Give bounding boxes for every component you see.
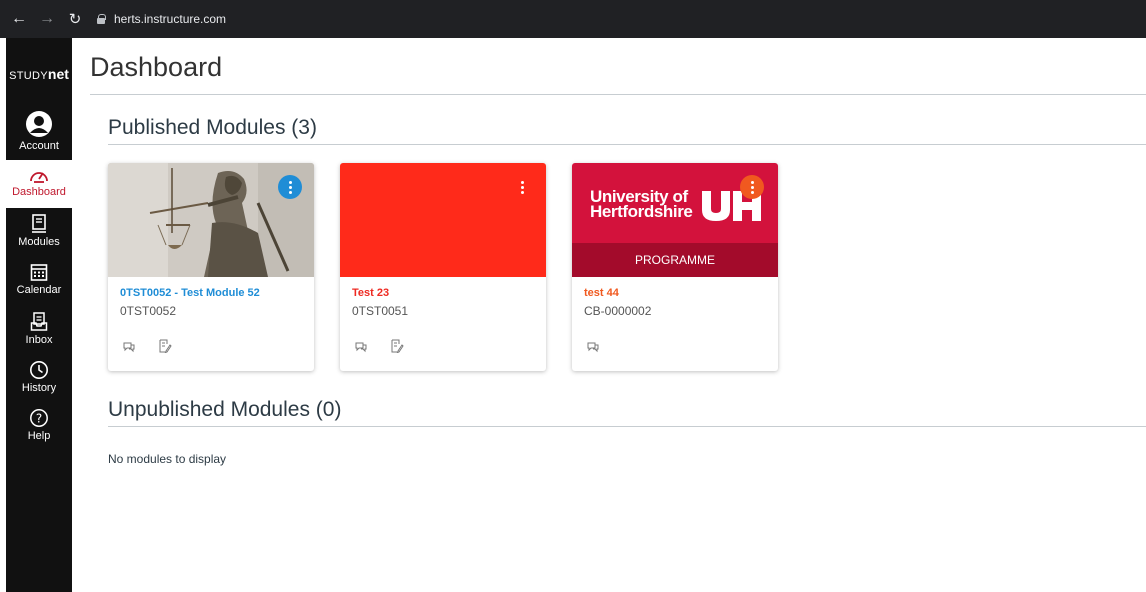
justice-statue-image[interactable] (108, 163, 314, 277)
nav-label-modules: Modules (18, 236, 60, 248)
announcements-icon[interactable] (354, 339, 368, 353)
module-card-3[interactable]: University of Hertfordshire PROGRAMME te… (572, 163, 778, 371)
lock-icon (96, 14, 106, 24)
svg-text:?: ? (36, 412, 42, 426)
reload-icon[interactable]: ↻ (64, 10, 86, 28)
announcements-icon[interactable] (122, 339, 136, 353)
assignments-icon[interactable] (390, 339, 404, 353)
calendar-icon (30, 264, 48, 281)
nav-label-calendar: Calendar (16, 284, 62, 296)
back-arrow-icon[interactable]: ← (8, 10, 30, 28)
announcements-icon[interactable] (586, 339, 600, 353)
nav-label-history: History (21, 382, 57, 394)
card-code: 0TST0051 (352, 304, 409, 318)
studynet-logo[interactable]: STUDYnet (6, 66, 72, 82)
logo-line-2: Hertfordshire (590, 202, 693, 221)
assignments-icon[interactable] (158, 339, 172, 353)
module-card-1[interactable]: 0TST0052 - Test Module 52 0TST0052 (108, 163, 314, 371)
forward-arrow-icon[interactable]: → (36, 10, 58, 28)
card-options-kebab-icon[interactable] (510, 175, 534, 199)
unpublished-divider (108, 426, 1146, 427)
nav-item-inbox[interactable]: Inbox (6, 312, 72, 354)
browser-toolbar: ← → ↻ herts.instructure.com (0, 0, 1146, 38)
card-title[interactable]: Test 23 (352, 287, 389, 299)
title-divider (90, 94, 1146, 95)
published-heading: Published Modules (3) (108, 116, 317, 139)
card-options-kebab-icon[interactable] (278, 175, 302, 199)
page-title: Dashboard (90, 52, 223, 82)
card-hero-color[interactable] (340, 163, 546, 277)
nav-item-calendar[interactable]: Calendar (6, 262, 72, 304)
module-card-2[interactable]: Test 23 0TST0051 (340, 163, 546, 371)
card-code: 0TST0052 (120, 304, 177, 318)
global-nav: STUDYnet Account Dashboard Modules Calen… (6, 38, 72, 592)
nav-item-help[interactable]: ? Help (6, 408, 72, 450)
logo-prefix: STUDY (9, 70, 48, 82)
logo-suffix: net (47, 66, 69, 82)
nav-label-account: Account (19, 140, 59, 152)
published-divider (108, 144, 1146, 145)
dashboard-icon (30, 172, 48, 183)
card-title[interactable]: test 44 (584, 287, 619, 299)
card-code: CB-0000002 (584, 304, 652, 318)
account-icon (26, 111, 52, 137)
nav-item-account[interactable]: Account (6, 110, 72, 156)
university-logo-banner[interactable]: University of Hertfordshire PROGRAMME (572, 163, 778, 277)
nav-label-inbox: Inbox (25, 334, 53, 346)
card-title[interactable]: 0TST0052 - Test Module 52 (120, 287, 260, 299)
history-icon (30, 361, 48, 379)
unpublished-heading: Unpublished Modules (0) (108, 398, 342, 421)
university-logo-text: University of Hertfordshire (590, 188, 693, 221)
address-bar[interactable]: herts.instructure.com (96, 6, 1146, 32)
modules-icon (32, 214, 46, 233)
programme-band: PROGRAMME (572, 243, 778, 277)
inbox-icon (30, 312, 48, 331)
nav-label-help: Help (27, 430, 51, 442)
nav-label-dashboard: Dashboard (12, 186, 66, 198)
nav-item-modules[interactable]: Modules (6, 214, 72, 256)
empty-modules-message: No modules to display (108, 452, 227, 466)
nav-item-dashboard[interactable]: Dashboard (6, 160, 72, 208)
help-icon: ? (30, 409, 48, 427)
nav-item-history[interactable]: History (6, 360, 72, 402)
url-text: herts.instructure.com (114, 12, 227, 26)
card-options-kebab-icon[interactable] (740, 175, 764, 199)
